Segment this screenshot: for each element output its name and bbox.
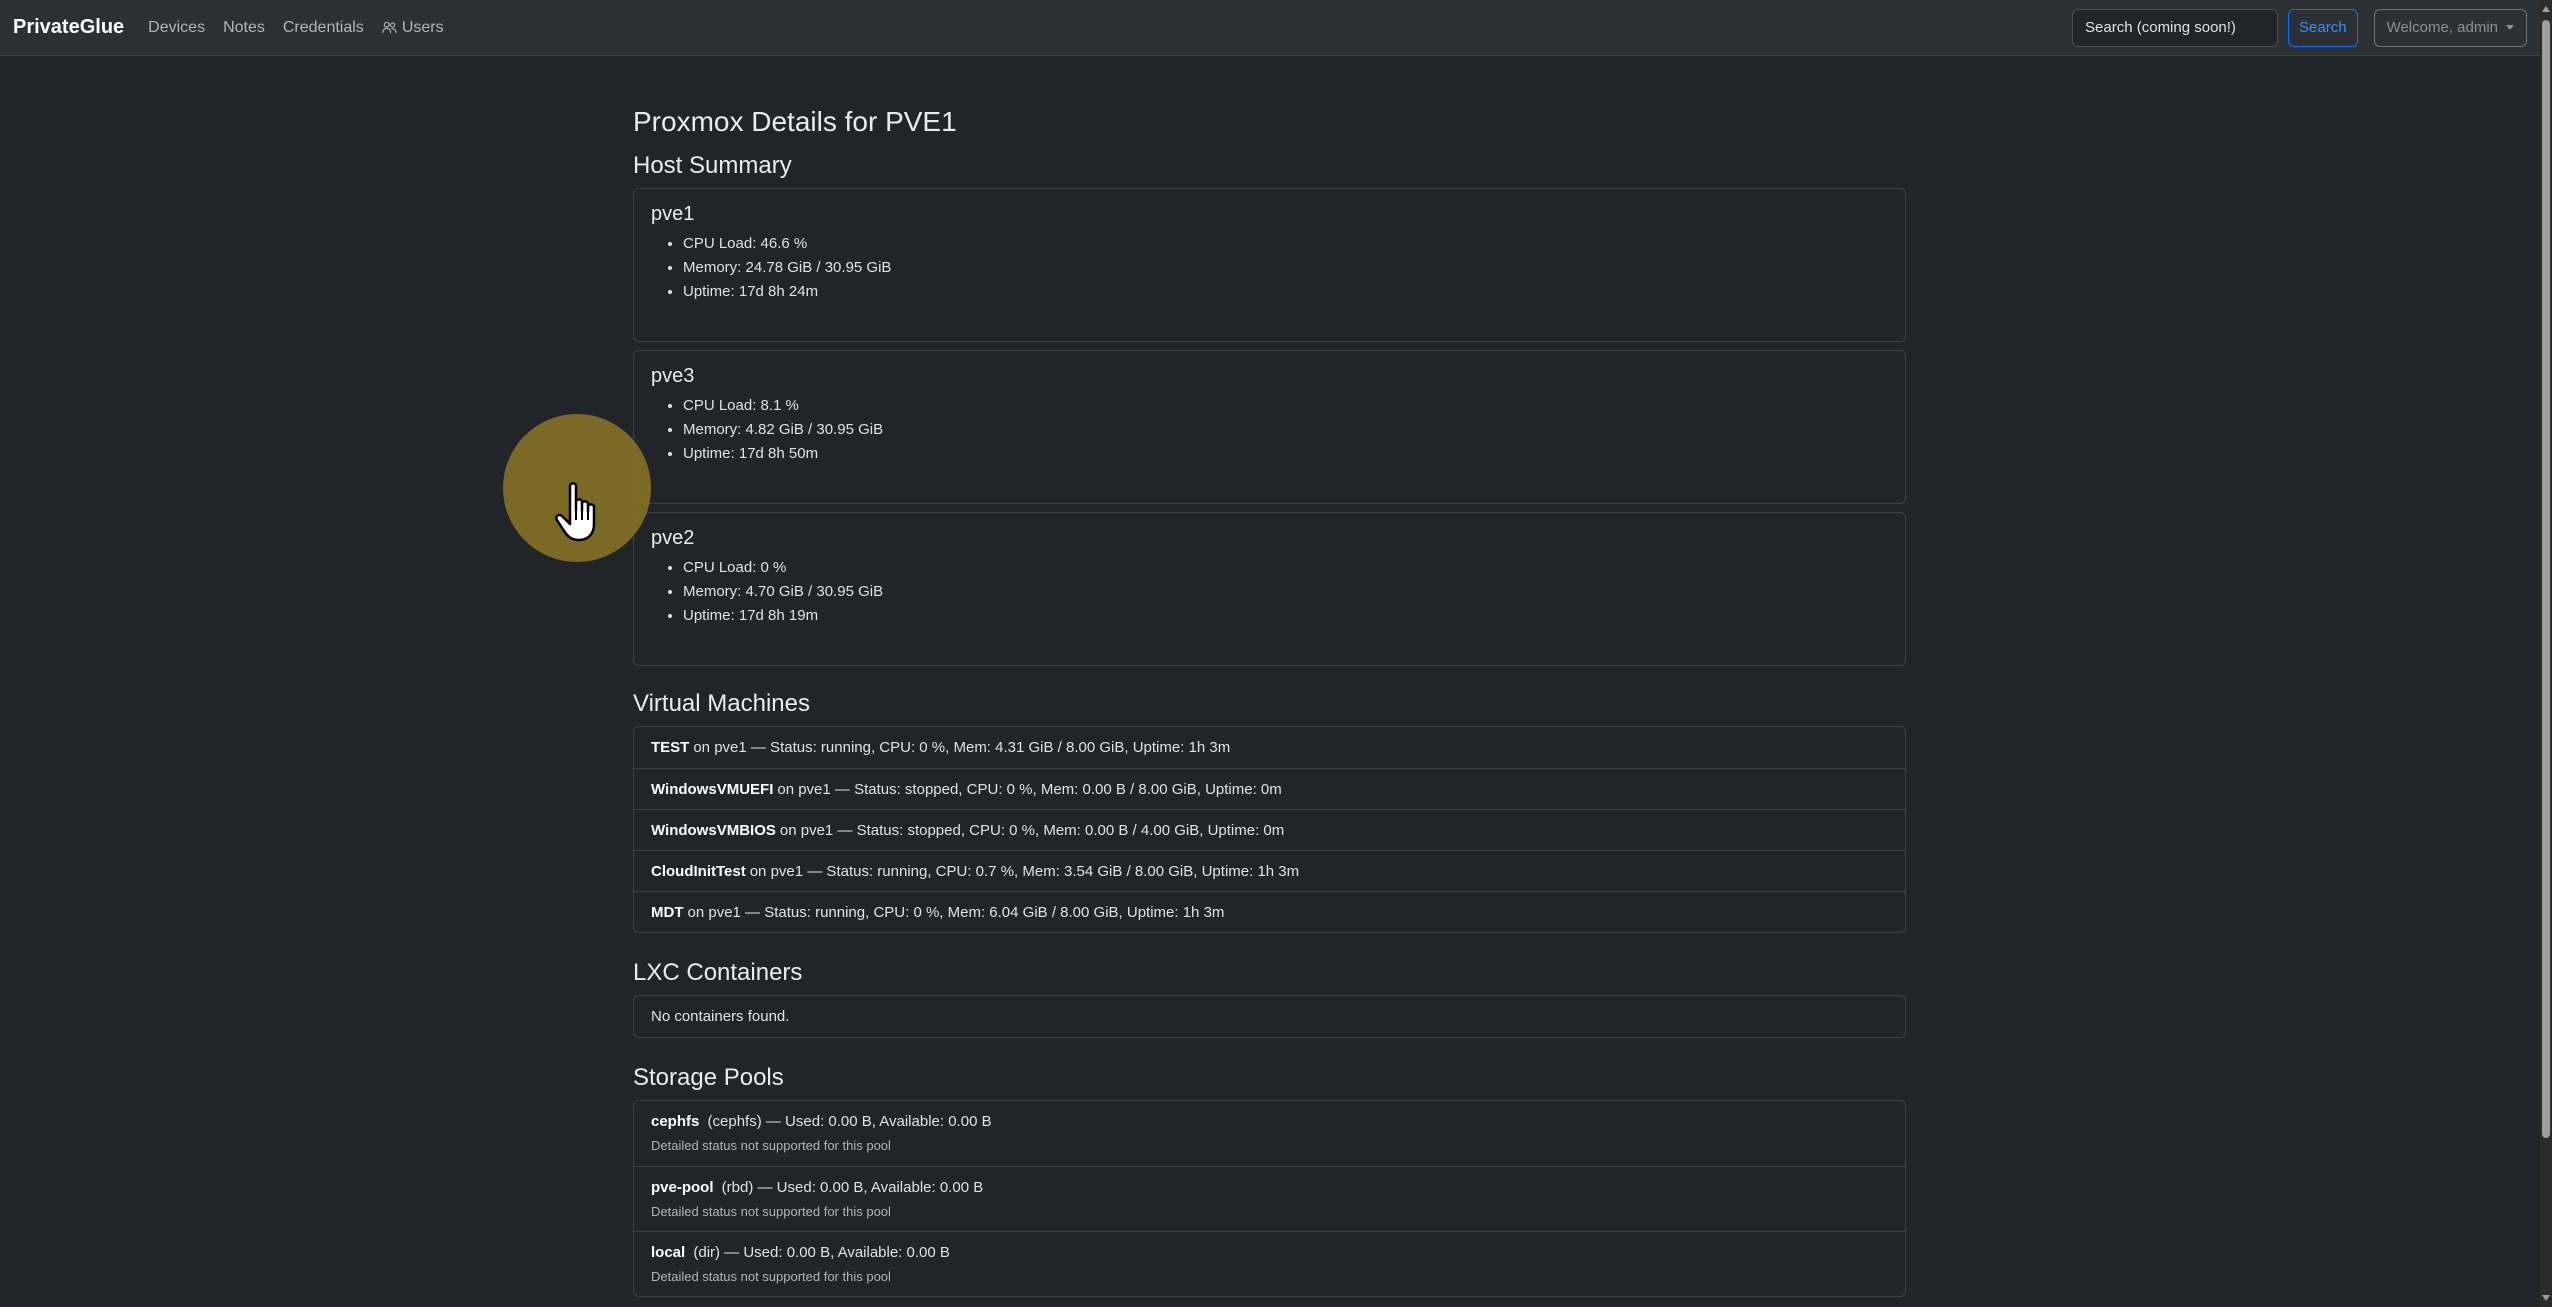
scrollbar-thumb[interactable] bbox=[2542, 20, 2550, 1138]
storage-summary: pve-pool (rbd) — Used: 0.00 B, Available… bbox=[651, 1177, 1888, 1199]
vm-detail: on pve1 — Status: stopped, CPU: 0 %, Mem… bbox=[779, 821, 1285, 839]
search-button[interactable]: Search bbox=[2288, 8, 2358, 47]
host-stats: CPU Load: 0 % Memory: 4.70 GiB / 30.95 G… bbox=[651, 556, 1888, 628]
host-stats: CPU Load: 46.6 % Memory: 24.78 GiB / 30.… bbox=[651, 232, 1888, 304]
storage-detail: (rbd) — Used: 0.00 B, Available: 0.00 B bbox=[721, 1179, 984, 1196]
host-memory: Memory: 4.82 GiB / 30.95 GiB bbox=[683, 418, 1888, 442]
host-card-pve3: pve3 CPU Load: 8.1 % Memory: 4.82 GiB / … bbox=[633, 350, 1906, 504]
host-uptime: Uptime: 17d 8h 50m bbox=[683, 442, 1888, 466]
brand-logo[interactable]: PrivateGlue bbox=[13, 16, 124, 39]
vm-list-item: MDT on pve1 — Status: running, CPU: 0 %,… bbox=[634, 891, 1905, 932]
storage-note: Detailed status not supported for this p… bbox=[651, 1204, 891, 1219]
vm-list: TEST on pve1 — Status: running, CPU: 0 %… bbox=[633, 726, 1906, 933]
host-uptime: Uptime: 17d 8h 19m bbox=[683, 604, 1888, 628]
scroll-up-arrow-icon[interactable] bbox=[2542, 6, 2550, 12]
vm-name: TEST bbox=[651, 739, 690, 756]
vm-detail: on pve1 — Status: running, CPU: 0 %, Mem… bbox=[687, 903, 1225, 921]
storage-detail: (cephfs) — Used: 0.00 B, Available: 0.00… bbox=[707, 1113, 992, 1130]
search-input[interactable] bbox=[2072, 8, 2279, 47]
storage-name: local bbox=[651, 1244, 686, 1261]
storage-note: Detailed status not supported for this p… bbox=[651, 1269, 891, 1284]
lxc-containers-heading: LXC Containers bbox=[633, 959, 803, 986]
main-content: Proxmox Details for PVE1 Host Summary pv… bbox=[633, 102, 1906, 1297]
navbar: PrivateGlue Devices Notes Credentials Us… bbox=[0, 0, 2540, 56]
nav-devices[interactable]: Devices bbox=[148, 19, 205, 37]
user-menu-label: Welcome, admin bbox=[2386, 19, 2498, 36]
storage-list-item: cephfs (cephfs) — Used: 0.00 B, Availabl… bbox=[634, 1101, 1905, 1166]
storage-list-item: local (dir) — Used: 0.00 B, Available: 0… bbox=[634, 1231, 1905, 1296]
vm-list-item: TEST on pve1 — Status: running, CPU: 0 %… bbox=[634, 727, 1905, 768]
vm-list-item: CloudInitTest on pve1 — Status: running,… bbox=[634, 850, 1905, 891]
host-summary-heading: Host Summary bbox=[633, 152, 792, 179]
host-name: pve1 bbox=[651, 203, 695, 225]
storage-summary: local (dir) — Used: 0.00 B, Available: 0… bbox=[651, 1242, 1888, 1264]
host-cpu: CPU Load: 0 % bbox=[683, 556, 1888, 580]
storage-detail: (dir) — Used: 0.00 B, Available: 0.00 B bbox=[693, 1244, 950, 1261]
host-memory: Memory: 24.78 GiB / 30.95 GiB bbox=[683, 256, 1888, 280]
lxc-empty-message: No containers found. bbox=[651, 1008, 790, 1025]
chevron-down-icon bbox=[2506, 25, 2514, 30]
vm-name: WindowsVMUEFI bbox=[651, 780, 774, 798]
virtual-machines-heading: Virtual Machines bbox=[633, 690, 810, 717]
vm-detail: on pve1 — Status: running, CPU: 0 %, Mem… bbox=[693, 739, 1231, 756]
vm-name: CloudInitTest bbox=[651, 862, 746, 880]
user-menu-dropdown[interactable]: Welcome, admin bbox=[2373, 8, 2527, 47]
storage-list: cephfs (cephfs) — Used: 0.00 B, Availabl… bbox=[633, 1100, 1906, 1297]
nav-notes[interactable]: Notes bbox=[223, 19, 265, 37]
storage-note: Detailed status not supported for this p… bbox=[651, 1138, 891, 1153]
hand-pointer-icon bbox=[555, 482, 596, 542]
host-card-pve1: pve1 CPU Load: 46.6 % Memory: 24.78 GiB … bbox=[633, 188, 1906, 342]
lxc-list: No containers found. bbox=[633, 995, 1906, 1038]
people-icon bbox=[382, 21, 397, 34]
storage-summary: cephfs (cephfs) — Used: 0.00 B, Availabl… bbox=[651, 1111, 1888, 1133]
storage-pools-heading: Storage Pools bbox=[633, 1064, 784, 1091]
vm-detail: on pve1 — Status: running, CPU: 0.7 %, M… bbox=[749, 862, 1300, 880]
navbar-right: Search Welcome, admin bbox=[2072, 8, 2527, 47]
page-scrollbar[interactable] bbox=[2540, 0, 2552, 1307]
vm-detail: on pve1 — Status: stopped, CPU: 0 %, Mem… bbox=[777, 780, 1282, 798]
host-stats: CPU Load: 8.1 % Memory: 4.82 GiB / 30.95… bbox=[651, 394, 1888, 466]
vm-name: MDT bbox=[651, 903, 684, 921]
vm-list-item: WindowsVMUEFI on pve1 — Status: stopped,… bbox=[634, 768, 1905, 809]
storage-list-item: pve-pool (rbd) — Used: 0.00 B, Available… bbox=[634, 1166, 1905, 1231]
host-memory: Memory: 4.70 GiB / 30.95 GiB bbox=[683, 580, 1888, 604]
host-card-pve2: pve2 CPU Load: 0 % Memory: 4.70 GiB / 30… bbox=[633, 512, 1906, 666]
host-uptime: Uptime: 17d 8h 24m bbox=[683, 280, 1888, 304]
host-name: pve2 bbox=[651, 527, 695, 549]
host-cpu: CPU Load: 8.1 % bbox=[683, 394, 1888, 418]
storage-name: pve-pool bbox=[651, 1179, 714, 1196]
nav-credentials[interactable]: Credentials bbox=[283, 19, 364, 37]
vm-name: WindowsVMBIOS bbox=[651, 821, 776, 839]
scroll-down-arrow-icon[interactable] bbox=[2542, 1295, 2550, 1301]
host-name: pve3 bbox=[651, 365, 695, 387]
vm-list-item: WindowsVMBIOS on pve1 — Status: stopped,… bbox=[634, 809, 1905, 850]
host-cpu: CPU Load: 46.6 % bbox=[683, 232, 1888, 256]
page-title: Proxmox Details for PVE1 bbox=[633, 106, 957, 137]
storage-name: cephfs bbox=[651, 1113, 700, 1130]
nav-users[interactable]: Users bbox=[382, 19, 444, 37]
nav-users-label: Users bbox=[401, 18, 444, 36]
